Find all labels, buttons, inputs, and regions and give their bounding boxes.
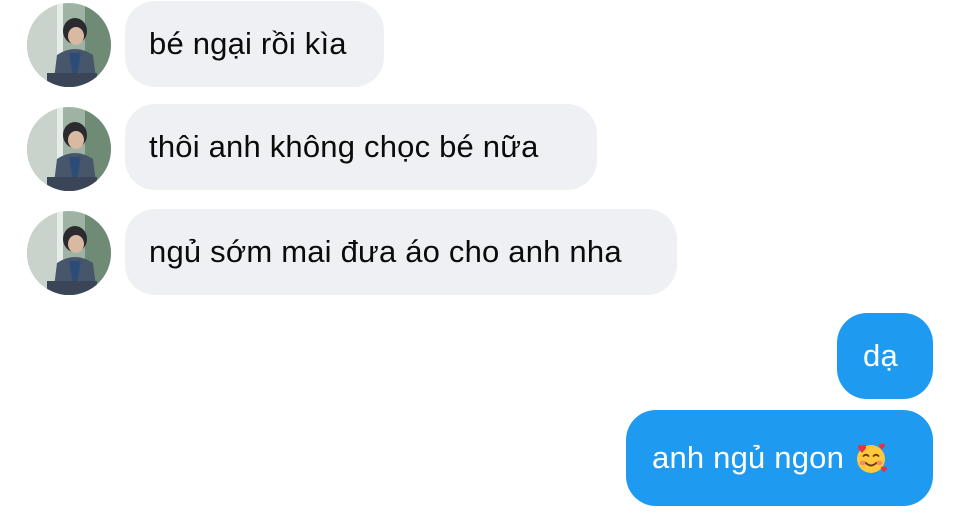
message-text: dạ	[863, 338, 898, 373]
incoming-message[interactable]: thôi anh không chọc bé nữa	[125, 104, 597, 190]
smiling-face-with-hearts-icon	[857, 443, 888, 473]
incoming-message[interactable]: ngủ sớm mai đưa áo cho anh nha	[125, 209, 677, 295]
contact-avatar[interactable]	[27, 3, 111, 87]
contact-avatar[interactable]	[27, 107, 111, 191]
outgoing-message[interactable]: anh ngủ ngon	[626, 410, 933, 506]
message-thread: bé ngại rồi kìa thôi anh không chọc bé n…	[0, 0, 960, 526]
message-text: anh ngủ ngon	[652, 440, 845, 475]
message-text: thôi anh không chọc bé nữa	[149, 129, 539, 164]
message-text: bé ngại rồi kìa	[149, 26, 347, 61]
contact-avatar[interactable]	[27, 211, 111, 295]
incoming-message[interactable]: bé ngại rồi kìa	[125, 1, 384, 87]
message-text: ngủ sớm mai đưa áo cho anh nha	[149, 234, 622, 269]
outgoing-message[interactable]: dạ	[837, 313, 933, 399]
